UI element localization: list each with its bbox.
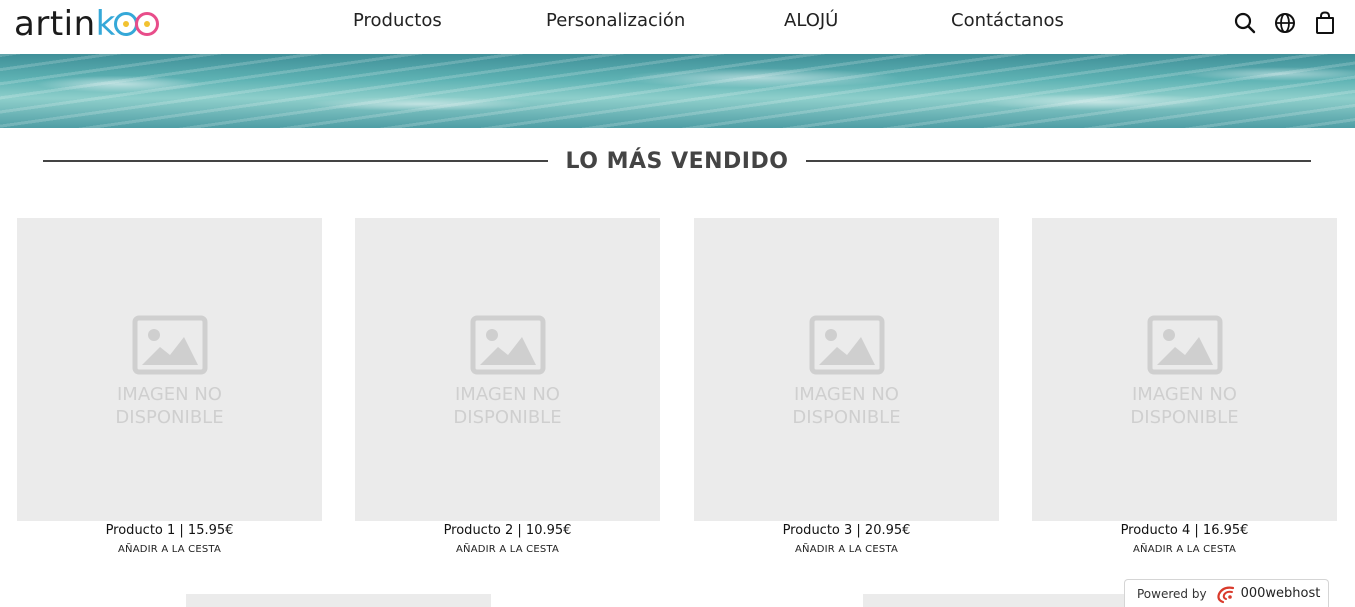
placeholder-line2: DISPONIBLE [453,407,562,428]
add-to-cart-link[interactable]: AÑADIR A LA CESTA [355,544,660,555]
image-placeholder-icon [1147,315,1223,375]
main-nav: Productos Personalización ALOJÚ Contácta… [0,10,1355,36]
globe-icon[interactable] [1273,11,1297,35]
placeholder-line1: IMAGEN NO [794,384,899,405]
nav-item-contactanos[interactable]: Contáctanos [951,10,1064,31]
site-header: artin k Productos Personalización ALOJÚ C… [0,0,1355,54]
image-placeholder-icon [132,315,208,375]
product-card: IMAGEN NO DISPONIBLE Producto 4 | 16.95€ … [1032,218,1337,555]
add-to-cart-link[interactable]: AÑADIR A LA CESTA [17,544,322,555]
product-image-placeholder-next[interactable] [863,594,1168,607]
product-card: IMAGEN NO DISPONIBLE Producto 2 | 10.95€ … [355,218,660,555]
search-icon[interactable] [1233,11,1257,35]
image-placeholder-icon [470,315,546,375]
placeholder-line1: IMAGEN NO [1132,384,1237,405]
divider-left [43,160,548,162]
product-image-placeholder[interactable]: IMAGEN NO DISPONIBLE [355,218,660,521]
section-title: LO MÁS VENDIDO [565,148,789,174]
placeholder-line2: DISPONIBLE [792,407,901,428]
divider-right [806,160,1311,162]
nav-item-aloju[interactable]: ALOJÚ [784,10,838,31]
placeholder-line1: IMAGEN NO [455,384,560,405]
header-actions [1233,11,1337,35]
product-name-price[interactable]: Producto 2 | 10.95€ [355,523,660,541]
product-name-price[interactable]: Producto 1 | 15.95€ [17,523,322,541]
product-card: IMAGEN NO DISPONIBLE Producto 1 | 15.95€ … [17,218,322,555]
image-placeholder-icon [809,315,885,375]
hosting-badge[interactable]: Powered by 000webhost [1124,579,1329,607]
nav-item-productos[interactable]: Productos [353,10,442,31]
nav-item-personalizacion[interactable]: Personalización [546,10,685,31]
000webhost-logo-icon [1216,586,1234,603]
shopping-bag-icon[interactable] [1313,11,1337,35]
placeholder-line2: DISPONIBLE [1130,407,1239,428]
placeholder-line1: IMAGEN NO [117,384,222,405]
add-to-cart-link[interactable]: AÑADIR A LA CESTA [1032,544,1337,555]
host-brand: 000webhost [1240,586,1321,601]
product-image-placeholder[interactable]: IMAGEN NO DISPONIBLE [694,218,999,521]
product-name-price[interactable]: Producto 3 | 20.95€ [694,523,999,541]
product-image-placeholder-next[interactable] [186,594,491,607]
section-heading: LO MÁS VENDIDO [43,145,1311,177]
ocean-banner [0,54,1355,128]
powered-by-label: Powered by [1137,586,1207,601]
placeholder-line2: DISPONIBLE [115,407,224,428]
product-image-placeholder[interactable]: IMAGEN NO DISPONIBLE [1032,218,1337,521]
product-image-placeholder[interactable]: IMAGEN NO DISPONIBLE [17,218,322,521]
product-card: IMAGEN NO DISPONIBLE Producto 3 | 20.95€ … [694,218,999,555]
add-to-cart-link[interactable]: AÑADIR A LA CESTA [694,544,999,555]
product-name-price[interactable]: Producto 4 | 16.95€ [1032,523,1337,541]
